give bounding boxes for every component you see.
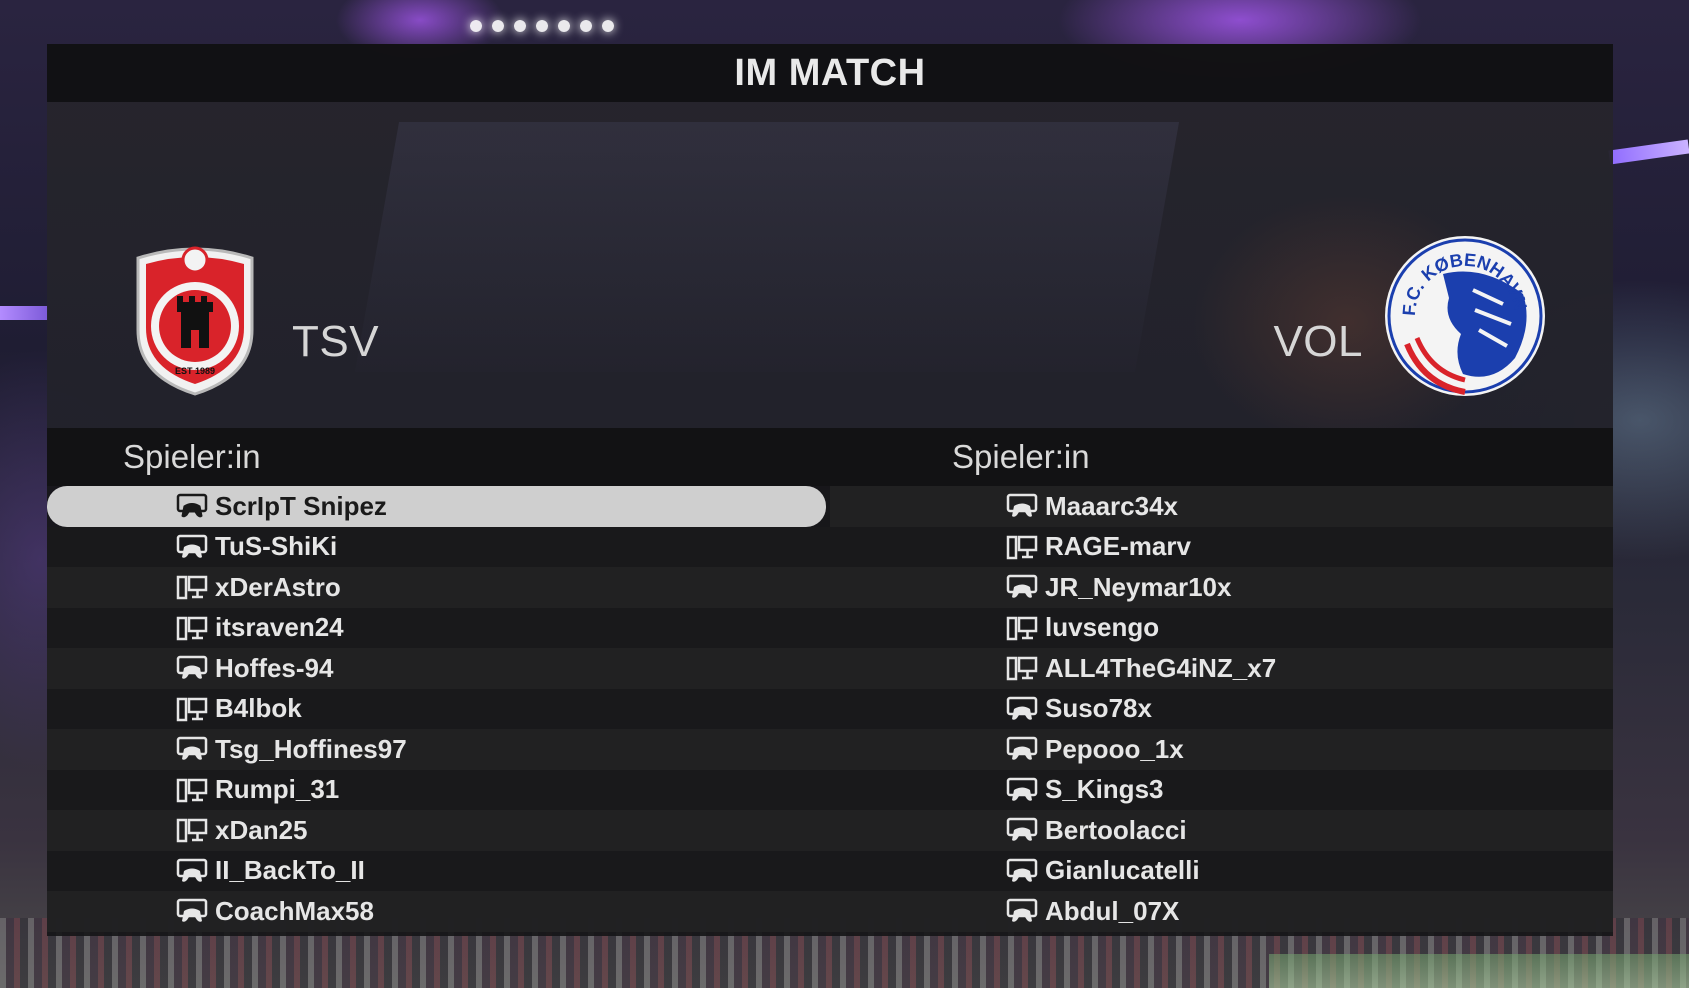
console-icon	[1005, 816, 1039, 844]
player-name: RAGE-marv	[1045, 531, 1191, 562]
pc-icon	[175, 614, 209, 642]
player-name: ScrIpT Snipez	[215, 490, 387, 521]
away-player-row[interactable]: Bertoolacci	[830, 810, 1613, 851]
pc-icon	[175, 816, 209, 844]
home-player-row[interactable]: TuS-ShiKi	[47, 526, 830, 567]
pc-icon	[1005, 654, 1039, 682]
player-name: CoachMax58	[215, 895, 374, 926]
home-player-row[interactable]: CoachMax58	[47, 891, 830, 932]
console-icon	[1005, 735, 1039, 763]
away-team-name: VOL	[1273, 317, 1363, 366]
stadium-lights	[470, 20, 614, 32]
page-title: IM MATCH	[734, 51, 926, 94]
console-icon	[1005, 492, 1039, 520]
home-player-row[interactable]: itsraven24	[47, 607, 830, 648]
home-players-header: Spieler:in	[47, 428, 830, 486]
away-player-row[interactable]: Gianlucatelli	[830, 850, 1613, 891]
away-player-row[interactable]: S_Kings3	[830, 769, 1613, 810]
console-icon	[1005, 897, 1039, 925]
home-player-row[interactable]: II_BackTo_II	[47, 850, 830, 891]
pc-icon	[175, 695, 209, 723]
home-player-row[interactable]: Tsg_Hoffines97	[47, 729, 830, 770]
away-player-row[interactable]: Suso78x	[830, 688, 1613, 729]
console-icon	[175, 654, 209, 682]
console-icon	[175, 533, 209, 561]
console-icon	[175, 897, 209, 925]
home-player-row[interactable]: ScrIpT Snipez	[47, 486, 826, 527]
pc-icon	[175, 573, 209, 601]
player-name: S_Kings3	[1045, 774, 1164, 805]
away-players-header: Spieler:in	[830, 428, 1613, 486]
pitch-strip	[1269, 954, 1689, 988]
console-icon	[175, 492, 209, 520]
match-panel: IM MATCH EST 1989 TSV VOL F.C. KØBENHAVN…	[47, 44, 1613, 936]
away-player-row[interactable]: JR_Neymar10x	[830, 567, 1613, 608]
player-name: ALL4TheG4iNZ_x7	[1045, 652, 1277, 683]
player-name: Maaarc34x	[1045, 490, 1178, 521]
away-player-row[interactable]: ALL4TheG4iNZ_x7	[830, 648, 1613, 689]
away-player-row[interactable]: Abdul_07X	[830, 891, 1613, 932]
console-icon	[1005, 776, 1039, 804]
console-icon	[175, 735, 209, 763]
player-name: Hoffes-94	[215, 652, 334, 683]
away-player-row[interactable]: Pepooo_1x	[830, 729, 1613, 770]
away-team-crest: F.C. KØBENHAVN	[1385, 236, 1545, 396]
player-name: luvsengo	[1045, 612, 1160, 643]
away-rows: Maaarc34x RAGE-marv JR_Neymar10x luvsengo AL…	[830, 486, 1613, 932]
player-name: Suso78x	[1045, 693, 1152, 724]
console-icon	[1005, 857, 1039, 885]
away-player-row[interactable]: Maaarc34x	[830, 486, 1613, 527]
teams-banner: EST 1989 TSV VOL F.C. KØBENHAVN	[47, 102, 1613, 428]
home-player-row[interactable]: xDerAstro	[47, 567, 830, 608]
console-icon	[1005, 573, 1039, 601]
player-name: xDan25	[215, 814, 308, 845]
light-beam-right	[1608, 139, 1689, 165]
home-player-row[interactable]: B4lbok	[47, 688, 830, 729]
home-player-row[interactable]: xDan25	[47, 810, 830, 851]
player-name: Bertoolacci	[1045, 814, 1187, 845]
player-name: xDerAstro	[215, 571, 341, 602]
light-beam-left	[0, 306, 48, 320]
home-player-row[interactable]: Hoffes-94	[47, 648, 830, 689]
stand-backdrop	[354, 122, 1180, 372]
pc-icon	[175, 776, 209, 804]
console-icon	[175, 857, 209, 885]
title-bar: IM MATCH	[47, 44, 1613, 102]
player-name: Rumpi_31	[215, 774, 340, 805]
player-name: Pepooo_1x	[1045, 733, 1184, 764]
away-player-list: Spieler:in Maaarc34x RAGE-marv JR_Neymar10…	[830, 428, 1613, 936]
player-name: II_BackTo_II	[215, 855, 365, 886]
player-name: B4lbok	[215, 693, 302, 724]
player-name: Gianlucatelli	[1045, 855, 1200, 886]
home-crest-text: EST 1989	[175, 366, 215, 376]
player-name: itsraven24	[215, 612, 344, 643]
home-rows: ScrIpT Snipez TuS-ShiKi xDerAstro itsraven2…	[47, 486, 830, 932]
player-name: JR_Neymar10x	[1045, 571, 1232, 602]
away-player-row[interactable]: RAGE-marv	[830, 526, 1613, 567]
player-name: Abdul_07X	[1045, 895, 1180, 926]
away-player-row[interactable]: luvsengo	[830, 607, 1613, 648]
pc-icon	[1005, 533, 1039, 561]
player-name: TuS-ShiKi	[215, 531, 338, 562]
home-team-name: TSV	[292, 317, 380, 366]
player-name: Tsg_Hoffines97	[215, 733, 407, 764]
home-player-list: Spieler:in ScrIpT Snipez TuS-ShiKi xDerAst…	[47, 428, 830, 936]
console-icon	[1005, 695, 1039, 723]
pc-icon	[1005, 614, 1039, 642]
home-player-row[interactable]: Rumpi_31	[47, 769, 830, 810]
home-team-crest: EST 1989	[136, 246, 254, 396]
